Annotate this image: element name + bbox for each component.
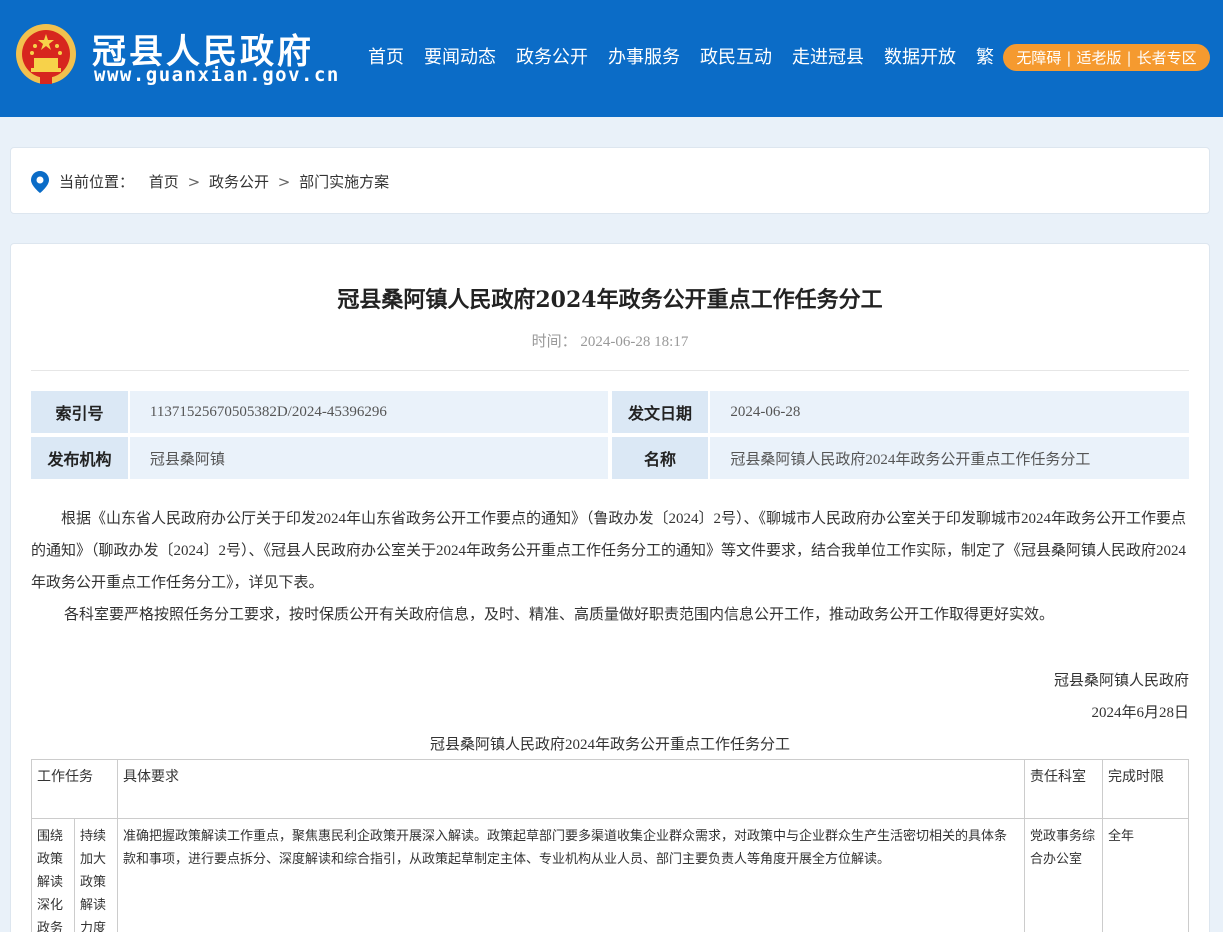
breadcrumb-separator: > [187,173,201,191]
national-emblem-icon[interactable] [14,22,78,88]
separator: | [1126,48,1132,67]
header-deadline: 完成时限 [1102,759,1189,819]
location-pin-icon [31,171,49,193]
senior-zone-link[interactable]: 长者专区 [1137,47,1197,68]
main-nav: 首页 要闻动态 政务公开 办事服务 政民互动 走进冠县 数据开放 繁 [358,43,1004,69]
body-paragraph-1: 根据《山东省人民政府办公厅关于印发2024年山东省政务公开工作要点的通知》（鲁政… [31,511,1187,591]
nav-interaction[interactable]: 政民互动 [700,43,772,69]
nav-about[interactable]: 走进冠县 [792,43,864,69]
date-key: 发文日期 [611,391,709,433]
name-value: 冠县桑阿镇人民政府2024年政务公开重点工作任务分工 [710,437,1189,479]
accessibility-link[interactable]: 无障碍 [1016,47,1061,68]
task-item: 持续加大政策解读力度 [74,818,118,932]
breadcrumb-gov-affairs[interactable]: 政务公开 [209,173,269,191]
name-key: 名称 [611,437,709,479]
breadcrumb-panel: 当前位置： 首页 > 政务公开 > 部门实施方案 [10,147,1210,214]
task-requirement: 准确把握政策解读工作重点，聚焦惠民利企政策开展深入解读。政策起草部门要多渠道收集… [117,818,1025,932]
org-key: 发布机构 [31,437,128,479]
table-row: 围绕政策解读深化政务 持续加大政策解读力度 准确把握政策解读工作重点，聚焦惠民利… [31,818,1189,932]
separator: | [1066,48,1072,67]
signature: 冠县桑阿镇人民政府 [1053,673,1189,689]
header-dept: 责任科室 [1024,759,1103,819]
article-time: 时间： 2024-06-28 18:17 [11,330,1209,351]
nav-news[interactable]: 要闻动态 [424,43,496,69]
breadcrumb-label: 当前位置： [59,173,135,191]
task-dept: 党政事务综合办公室 [1024,818,1103,932]
index-key: 索引号 [31,391,128,433]
nav-services[interactable]: 办事服务 [608,43,680,69]
accessibility-bar: 无障碍 | 适老版 | 长者专区 [1003,44,1210,71]
index-value: 11371525670505382D/2024-45396296 [129,391,608,433]
article-title: 冠县桑阿镇人民政府2024年政务公开重点工作任务分工 [337,287,883,313]
site-header: 冠县人民政府 www.guanxian.gov.cn 首页 要闻动态 政务公开 … [0,0,1223,117]
site-url[interactable]: www.guanxian.gov.cn [94,64,340,86]
breadcrumb-current[interactable]: 部门实施方案 [299,173,389,191]
task-deadline: 全年 [1102,818,1189,932]
nav-home[interactable]: 首页 [368,43,404,69]
task-table: 工作任务 具体要求 责任科室 完成时限 围绕政策解读深化政务 持续加大政策解读力… [31,759,1189,932]
nav-open-data[interactable]: 数据开放 [884,43,956,69]
article-panel: 冠县桑阿镇人民政府2024年政务公开重点工作任务分工 时间： 2024-06-2… [10,243,1210,932]
date-value: 2024-06-28 [710,391,1189,433]
header-task: 工作任务 [31,759,118,819]
body-paragraph-2: 各科室要严格按照任务分工要求，按时保质公开有关政府信息，及时、精准、高质量做好职… [64,607,1055,623]
meta-row: 索引号 11371525670505382D/2024-45396296 发文日… [31,391,1189,433]
elder-version-link[interactable]: 适老版 [1076,47,1121,68]
org-value: 冠县桑阿镇 [129,437,608,479]
breadcrumb-home[interactable]: 首页 [149,173,179,191]
table-header-row: 工作任务 具体要求 责任科室 完成时限 [31,759,1189,819]
divider [31,370,1189,371]
time-value: 2024-06-28 18:17 [580,334,689,350]
time-label: 时间： [531,334,577,350]
sign-date: 2024年6月28日 [1091,705,1189,721]
breadcrumb: 当前位置： 首页 > 政务公开 > 部门实施方案 [59,171,389,192]
breadcrumb-separator: > [277,173,291,191]
nav-gov-affairs[interactable]: 政务公开 [516,43,588,69]
nav-traditional[interactable]: 繁 [976,43,994,69]
meta-table: 索引号 11371525670505382D/2024-45396296 发文日… [31,391,1189,483]
table-title: 冠县桑阿镇人民政府2024年政务公开重点工作任务分工 [429,737,790,753]
meta-row: 发布机构 冠县桑阿镇 名称 冠县桑阿镇人民政府2024年政务公开重点工作任务分工 [31,437,1189,479]
header-requirement: 具体要求 [117,759,1025,819]
task-category: 围绕政策解读深化政务 [31,818,75,932]
